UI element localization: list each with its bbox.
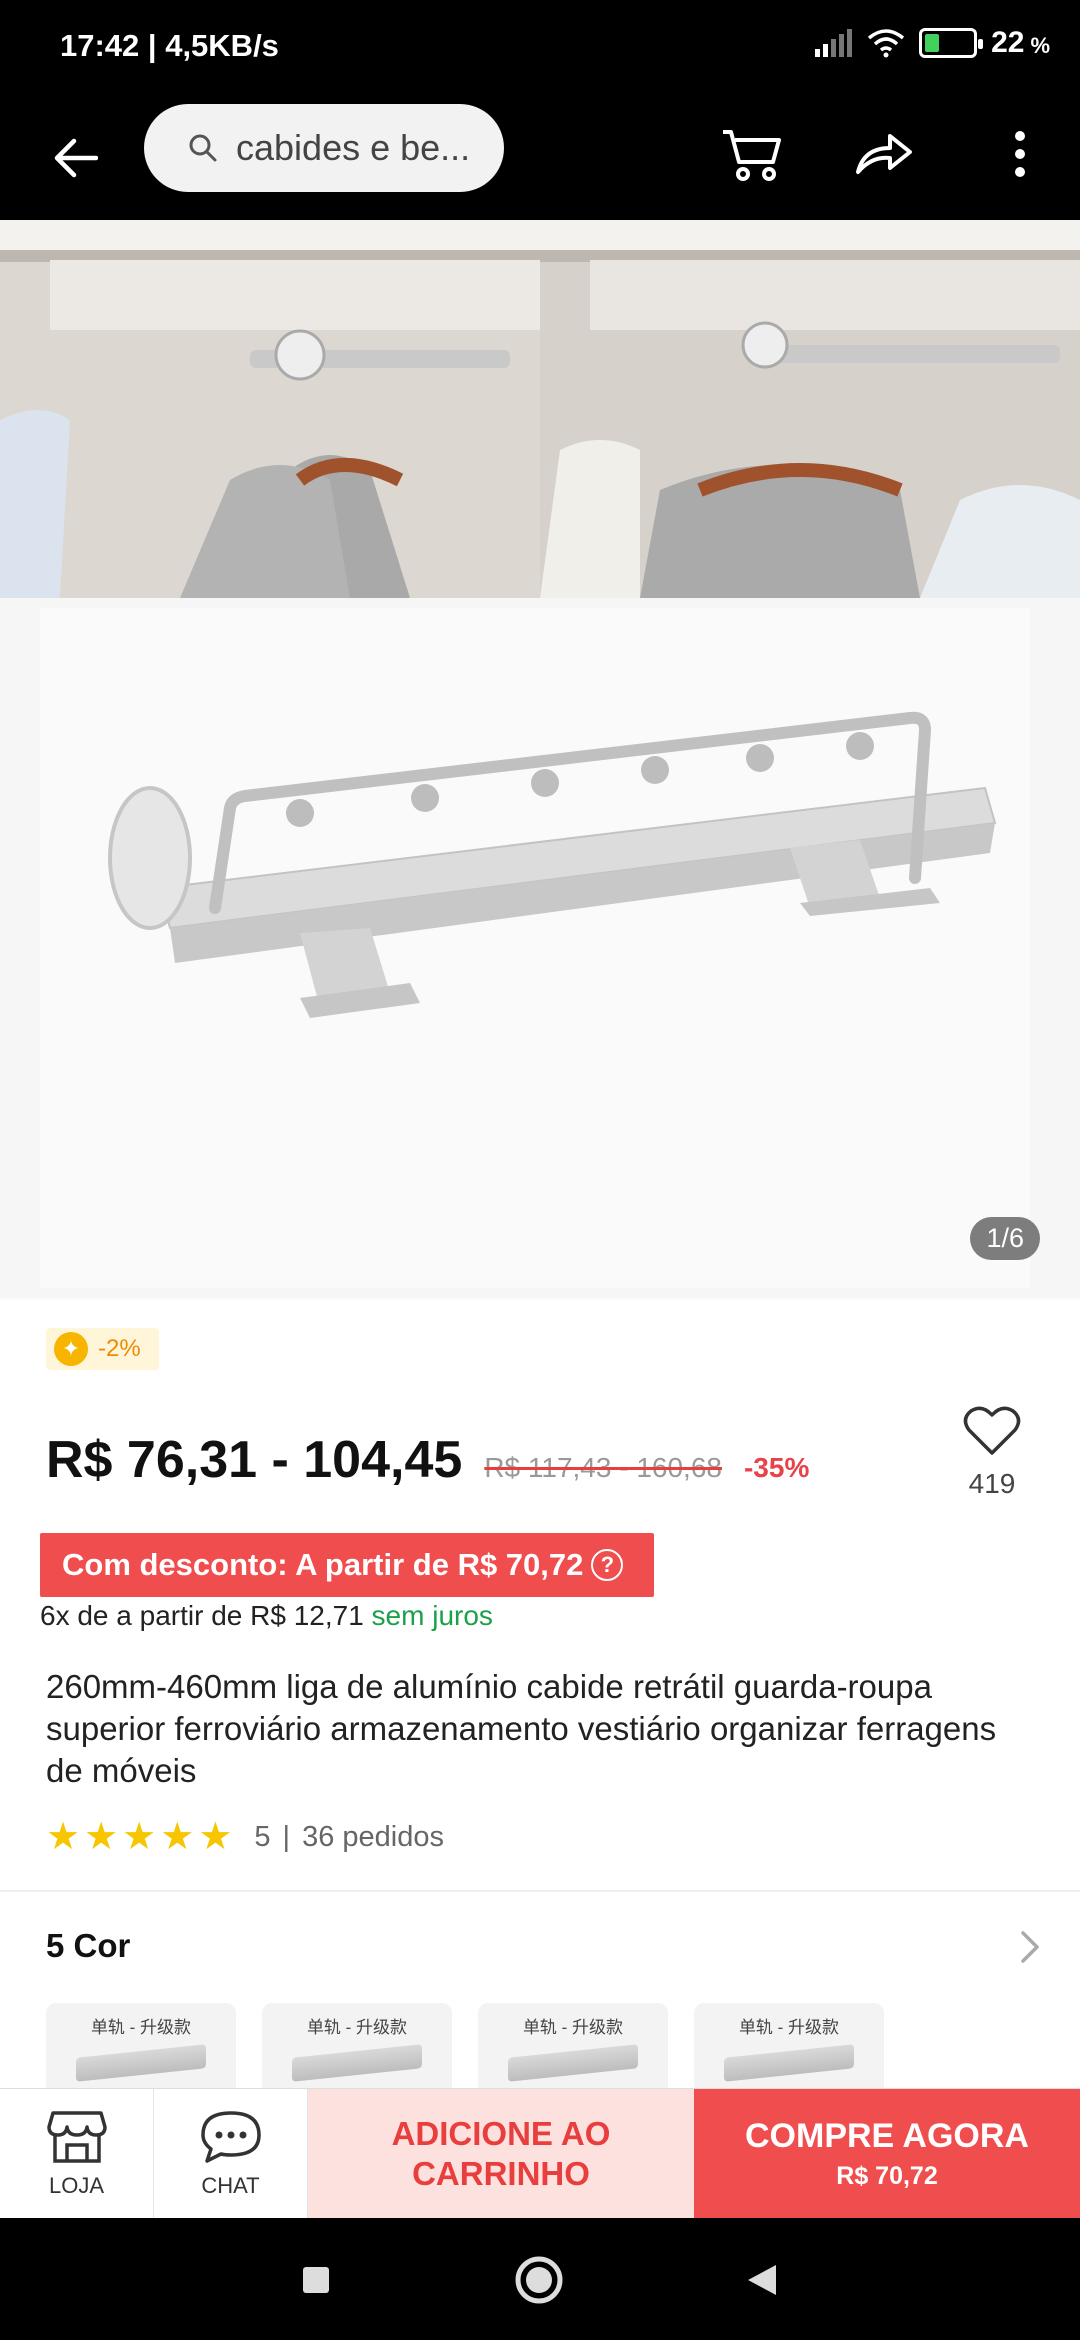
variant-header: 5 Cor bbox=[46, 1927, 131, 1964]
chat-label: CHAT bbox=[201, 2173, 260, 2198]
status-time: 17:42 | 4,5KB/s bbox=[60, 28, 279, 63]
price-row: R$ 76,31 - 104,45 R$ 117,43 - 160,68 -35… bbox=[46, 1430, 809, 1490]
store-icon bbox=[46, 2111, 107, 2163]
product-image bbox=[0, 598, 1080, 1298]
variant-list: 单轨 - 升级款 单轨 - 升级款 单轨 - 升级款 单轨 - 升级款 bbox=[46, 2003, 884, 2093]
divider bbox=[0, 1890, 1080, 1892]
gallery-counter: 1/6 bbox=[970, 1217, 1040, 1260]
wishlist-button[interactable]: 419 bbox=[960, 1405, 1024, 1500]
variant-thumbnail bbox=[76, 2044, 206, 2082]
original-price: R$ 117,43 - 160,68 bbox=[484, 1452, 722, 1483]
share-button[interactable] bbox=[844, 114, 924, 194]
variant-thumbnail bbox=[724, 2044, 854, 2082]
cart-icon bbox=[723, 130, 781, 181]
variant-option[interactable]: 单轨 - 升级款 bbox=[478, 2003, 668, 2093]
bottom-action-bar: LOJA CHAT ADICIONE AO CARRINHO COMPRE AG… bbox=[0, 2088, 1080, 2219]
more-vertical-icon bbox=[1015, 131, 1025, 177]
back-button[interactable] bbox=[40, 122, 112, 194]
discount-percent: -35% bbox=[743, 1452, 810, 1483]
home-button[interactable] bbox=[513, 2254, 565, 2306]
coin-discount-text: -2% bbox=[98, 1335, 141, 1362]
wishlist-count: 419 bbox=[968, 1468, 1016, 1499]
variant-expand-button[interactable] bbox=[1020, 1930, 1040, 1969]
variant-thumbnail bbox=[508, 2044, 638, 2082]
battery-level: 22 bbox=[991, 26, 1025, 59]
installment-text: 6x de a partir de R$ 12,71 bbox=[40, 1600, 364, 1631]
wardrobe-illustration bbox=[0, 220, 1080, 598]
store-label: LOJA bbox=[48, 2173, 105, 2198]
cart-button[interactable] bbox=[712, 114, 792, 194]
rating-row[interactable]: ★ ★ ★ ★ ★ 5 | 36 pedidos bbox=[46, 1818, 444, 1856]
system-navigation-bar bbox=[0, 2218, 1080, 2340]
heart-icon bbox=[963, 1406, 1021, 1455]
variant-option[interactable]: 单轨 - 升级款 bbox=[262, 2003, 452, 2093]
help-icon[interactable]: ? bbox=[591, 1549, 624, 1581]
search-icon bbox=[189, 134, 217, 162]
rating-value: 5 bbox=[254, 1820, 271, 1853]
top-nav: cabides e be... bbox=[0, 96, 1080, 220]
buy-now-button[interactable]: COMPRE AGORA R$ 70,72 bbox=[694, 2089, 1080, 2219]
store-button[interactable]: LOJA bbox=[0, 2089, 154, 2219]
star-icon: ★ bbox=[160, 1816, 195, 1858]
chevron-right-icon bbox=[1021, 1931, 1039, 1963]
buy-now-label: COMPRE AGORA bbox=[745, 2117, 1029, 2155]
status-icons: 22 % bbox=[813, 26, 1050, 60]
variant-label: 单轨 - 升级款 bbox=[306, 2018, 408, 2037]
orders-count: 36 pedidos bbox=[302, 1820, 444, 1853]
product-title: 260mm-460mm liga de alumínio cabide retr… bbox=[46, 1668, 997, 1789]
search-text: cabides e be... bbox=[236, 127, 471, 168]
square-icon bbox=[303, 2267, 329, 2293]
star-icon: ★ bbox=[122, 1816, 157, 1858]
variant-label: 单轨 - 升级款 bbox=[90, 2018, 192, 2037]
installment-no-interest: sem juros bbox=[371, 1600, 493, 1631]
installment-info: 6x de a partir de R$ 12,71 sem juros bbox=[40, 1600, 493, 1632]
star-icon: ★ bbox=[84, 1816, 119, 1858]
status-bar: 17:42 | 4,5KB/s 22 % bbox=[0, 0, 1080, 96]
variant-option[interactable]: 单轨 - 升级款 bbox=[694, 2003, 884, 2093]
chat-icon bbox=[200, 2111, 261, 2163]
coin-icon: ✦ bbox=[54, 1332, 88, 1366]
price-range: R$ 76,31 - 104,45 bbox=[46, 1431, 463, 1489]
variant-option[interactable]: 单轨 - 升级款 bbox=[46, 2003, 236, 2093]
add-to-cart-button[interactable]: ADICIONE AO CARRINHO bbox=[308, 2089, 694, 2219]
variant-label: 单轨 - 升级款 bbox=[522, 2018, 624, 2037]
rating-stars: ★ ★ ★ ★ ★ bbox=[46, 1818, 232, 1856]
search-input[interactable]: cabides e be... bbox=[144, 104, 504, 192]
coin-discount-badge: ✦ -2% bbox=[46, 1328, 159, 1370]
signal-icon bbox=[815, 29, 853, 57]
share-icon bbox=[856, 134, 912, 174]
variant-label: 单轨 - 升级款 bbox=[738, 2018, 840, 2037]
circle-icon bbox=[515, 2256, 563, 2304]
buy-now-price: R$ 70,72 bbox=[836, 2162, 938, 2190]
recents-button[interactable] bbox=[290, 2254, 342, 2306]
triangle-back-icon bbox=[748, 2265, 776, 2295]
wifi-icon bbox=[867, 29, 905, 58]
star-icon: ★ bbox=[198, 1816, 233, 1858]
hanger-rail-illustration bbox=[0, 598, 1080, 1298]
rating-divider: | bbox=[282, 1820, 291, 1853]
battery-icon bbox=[919, 28, 984, 58]
back-system-button[interactable] bbox=[736, 2254, 788, 2306]
wardrobe-photo bbox=[0, 220, 1080, 598]
arrow-left-icon bbox=[54, 138, 98, 178]
discount-banner-text: Com desconto: A partir de R$ 70,72 bbox=[62, 1547, 584, 1582]
star-icon: ★ bbox=[46, 1816, 81, 1858]
discount-banner[interactable]: Com desconto: A partir de R$ 70,72 ? bbox=[40, 1533, 654, 1597]
battery-unit: % bbox=[1030, 33, 1050, 58]
chat-button[interactable]: CHAT bbox=[154, 2089, 308, 2219]
more-button[interactable] bbox=[980, 114, 1060, 194]
add-to-cart-label: ADICIONE AO CARRINHO bbox=[391, 2115, 611, 2192]
product-gallery[interactable]: 1/6 bbox=[0, 220, 1080, 1300]
variant-thumbnail bbox=[292, 2044, 422, 2082]
